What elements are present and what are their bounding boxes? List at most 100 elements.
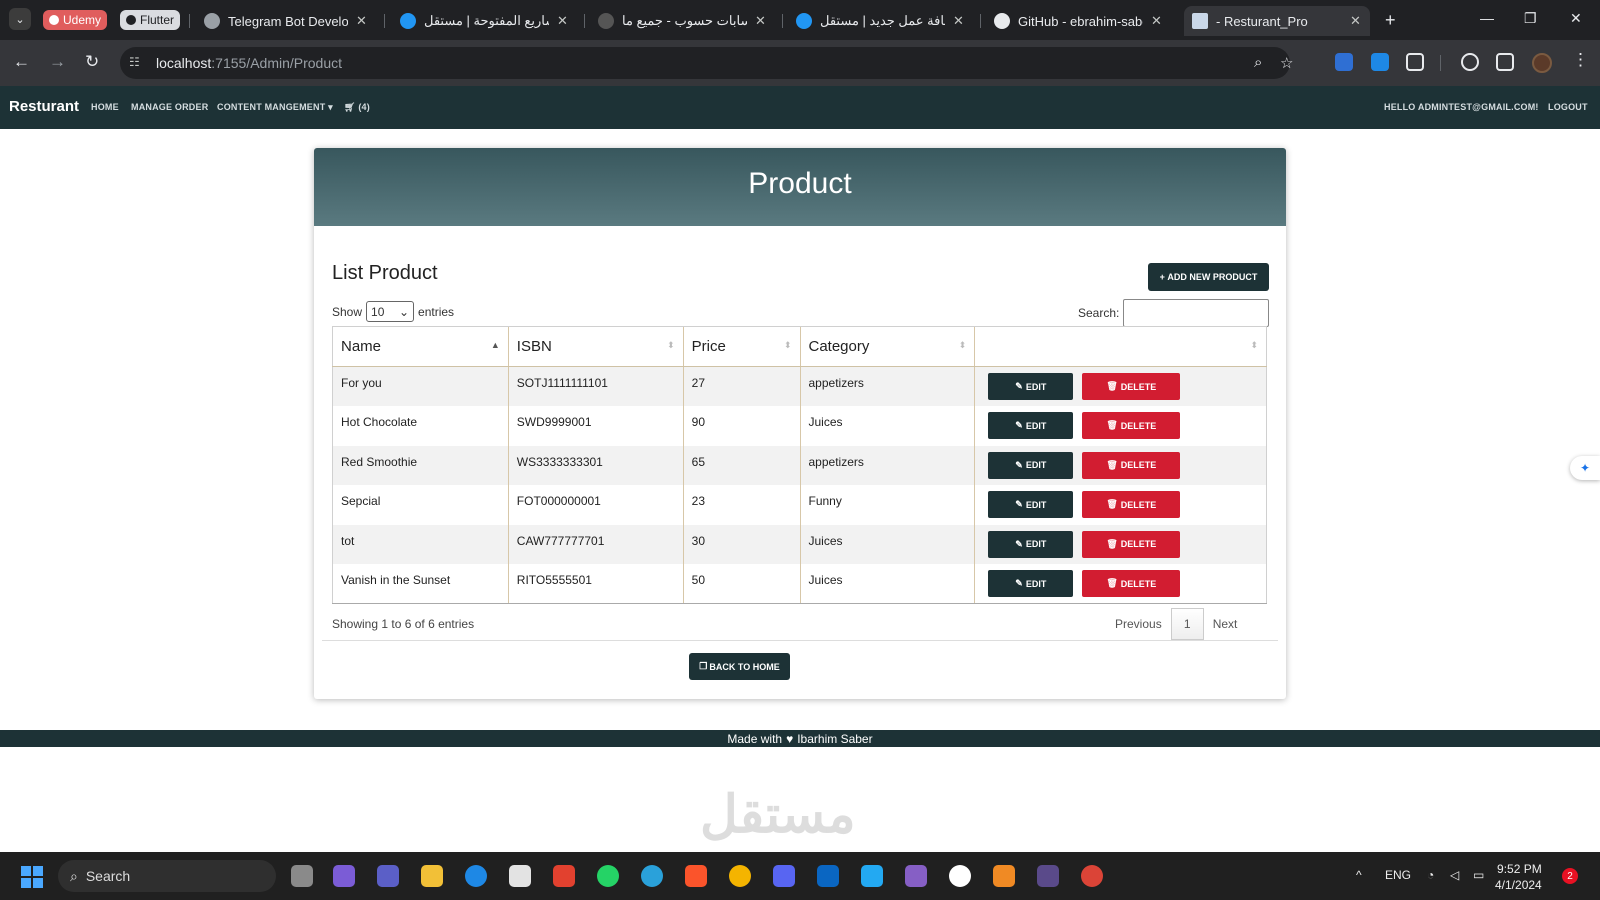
nav-logout[interactable]: LOGOUT [1548, 102, 1588, 112]
delete-button[interactable]: 🗑︎ DELETE [1082, 530, 1181, 558]
pagination-previous[interactable]: Previous [1106, 617, 1171, 631]
linkedin-icon[interactable] [817, 865, 839, 887]
close-icon[interactable]: ✕ [1151, 13, 1163, 29]
column-header-name[interactable]: Name ▲ [332, 326, 509, 367]
shield-extension-icon[interactable] [1335, 53, 1353, 71]
edit-icon: ✎ [1015, 578, 1023, 588]
browser-tab[interactable]: Telegram Bot Developm ✕ [196, 6, 376, 36]
cell-name: tot [332, 524, 509, 564]
volume-icon[interactable]: ◁ [1450, 868, 1459, 882]
browser-tab[interactable]: المشاريع المفتوحة | مستقل ✕ [392, 6, 577, 36]
close-icon[interactable]: ✕ [1350, 13, 1362, 29]
pagination-page-1[interactable]: 1 [1170, 608, 1204, 640]
page-size-select[interactable]: 10 ⌄ [366, 301, 415, 322]
store-icon[interactable] [509, 865, 531, 887]
nav-manage-order[interactable]: MANAGE ORDER [131, 102, 208, 112]
pagination-next[interactable]: Next [1204, 617, 1247, 631]
side-sparkle-icon[interactable]: ✦ [1570, 456, 1600, 480]
zoom-icon[interactable]: ⌕ [1254, 54, 1262, 71]
terminal-icon[interactable] [1037, 865, 1059, 887]
back-icon[interactable]: ← [13, 52, 30, 72]
browser-tab[interactable]: حسابات حسوب - جميع ما ✕ [590, 6, 775, 36]
search-input[interactable] [1123, 299, 1270, 327]
browser-tab[interactable]: GitHub - ebrahim-saber ✕ [986, 6, 1171, 36]
performance-icon[interactable] [1461, 53, 1479, 71]
chevron-up-icon[interactable]: ^ [1356, 868, 1362, 882]
system-clock[interactable]: 9:52 PM 4/1/2024 [1495, 861, 1542, 893]
table-row: tot CAW777777701 30 Juices ✎ EDIT 🗑︎ DELETE [332, 524, 1267, 564]
windows-start-icon[interactable] [21, 866, 43, 888]
delete-button[interactable]: 🗑︎ DELETE [1082, 491, 1181, 518]
discord-icon[interactable] [773, 865, 795, 887]
bookmark-star-icon[interactable]: ☆ [1280, 54, 1293, 72]
tab-search-chevron-icon[interactable]: ⌄ [9, 8, 31, 30]
meet-icon[interactable] [377, 865, 399, 887]
vscode-icon[interactable] [861, 865, 883, 887]
wifi-icon[interactable]: ◔ [1427, 868, 1434, 882]
vlc-icon[interactable] [993, 865, 1015, 887]
taskbar-search[interactable]: ⌕ Search [58, 860, 276, 892]
menu-kebab-icon[interactable]: ⋮ [1572, 50, 1589, 70]
notification-badge[interactable]: 2 [1562, 868, 1578, 884]
edit-button[interactable]: ✎ EDIT [988, 412, 1074, 439]
edit-button[interactable]: ✎ EDIT [988, 570, 1074, 597]
cell-name: Hot Chocolate [332, 406, 509, 446]
edit-button[interactable]: ✎ EDIT [988, 373, 1074, 400]
browser-tab-active[interactable]: - Resturant_Pro ✕ [1184, 6, 1370, 36]
browser-tab[interactable]: إضافة عمل جديد | مستقل ✕ [788, 6, 973, 36]
new-tab-icon[interactable]: + [1385, 10, 1396, 31]
site-brand[interactable]: Resturant [9, 98, 79, 115]
pinned-tab-label: Flutter [140, 13, 175, 27]
language-indicator[interactable]: ENG [1385, 868, 1411, 882]
nav-hello-user[interactable]: HELLO ADMINTEST@GMAIL.COM! [1384, 102, 1539, 112]
edit-button[interactable]: ✎ EDIT [988, 451, 1074, 479]
nav-home[interactable]: HOME [91, 102, 119, 112]
edit-button[interactable]: ✎ EDIT [988, 491, 1074, 518]
delete-button[interactable]: 🗑︎ DELETE [1082, 570, 1181, 597]
column-header-category[interactable]: Category ⬍ [799, 326, 975, 367]
delete-button[interactable]: 🗑︎ DELETE [1082, 412, 1181, 439]
back-to-home-button[interactable]: ❐ BACK TO HOME [689, 653, 790, 680]
site-info-icon[interactable]: ☷ [129, 55, 145, 71]
anydesk-icon[interactable] [553, 865, 575, 887]
extensions-puzzle-icon[interactable] [1406, 53, 1424, 71]
chrome-icon[interactable] [729, 865, 751, 887]
restore-icon[interactable]: ❐ [1524, 10, 1537, 27]
close-window-icon[interactable]: ✕ [1570, 10, 1582, 27]
sort-icon: ⬍ [1250, 340, 1258, 350]
close-icon[interactable]: ✕ [557, 13, 569, 29]
forward-icon[interactable]: → [49, 52, 66, 72]
delete-button[interactable]: 🗑︎ DELETE [1082, 373, 1181, 400]
whatsapp-icon[interactable] [597, 865, 619, 887]
profile-avatar[interactable] [1532, 53, 1552, 73]
teams-icon[interactable] [333, 865, 355, 887]
nav-content-management[interactable]: CONTENT MANGEMENT ▾ [217, 102, 333, 113]
drop-extension-icon[interactable] [1371, 53, 1389, 71]
column-header-isbn[interactable]: ISBN ⬍ [507, 326, 684, 367]
battery-icon[interactable]: ▭ [1473, 868, 1484, 882]
side-panel-icon[interactable] [1496, 53, 1514, 71]
product-card: Product List Product + ADD NEW PRODUCT S… [314, 148, 1286, 699]
reload-icon[interactable]: ↻ [85, 52, 99, 72]
pinned-tab-flutter[interactable]: Flutter [120, 10, 181, 30]
minimize-icon[interactable]: — [1480, 10, 1494, 26]
close-icon[interactable]: ✕ [356, 13, 368, 29]
close-icon[interactable]: ✕ [755, 13, 767, 29]
file-explorer-icon[interactable] [421, 865, 443, 887]
telegram-icon[interactable] [641, 865, 663, 887]
task-view-icon[interactable] [291, 865, 313, 887]
close-icon[interactable]: ✕ [953, 13, 965, 29]
android-studio-icon[interactable] [949, 865, 971, 887]
edit-button[interactable]: ✎ EDIT [988, 530, 1074, 558]
column-header-price[interactable]: Price ⬍ [682, 326, 800, 367]
nav-cart[interactable]: 🛒︎ (4) [344, 102, 370, 113]
brave-icon[interactable] [685, 865, 707, 887]
delete-button[interactable]: 🗑︎ DELETE [1082, 451, 1181, 479]
pinned-tab-udemy[interactable]: Udemy [43, 10, 108, 30]
address-bar[interactable]: ☷ localhost:7155/Admin/Product ⌕ ☆ [120, 47, 1293, 79]
column-header-actions[interactable]: ⬍ [974, 326, 1267, 367]
visual-studio-icon[interactable] [905, 865, 927, 887]
chrome-active-icon[interactable] [1081, 865, 1103, 887]
add-new-product-button[interactable]: + ADD NEW PRODUCT [1148, 263, 1269, 291]
edge-icon[interactable] [465, 865, 487, 887]
